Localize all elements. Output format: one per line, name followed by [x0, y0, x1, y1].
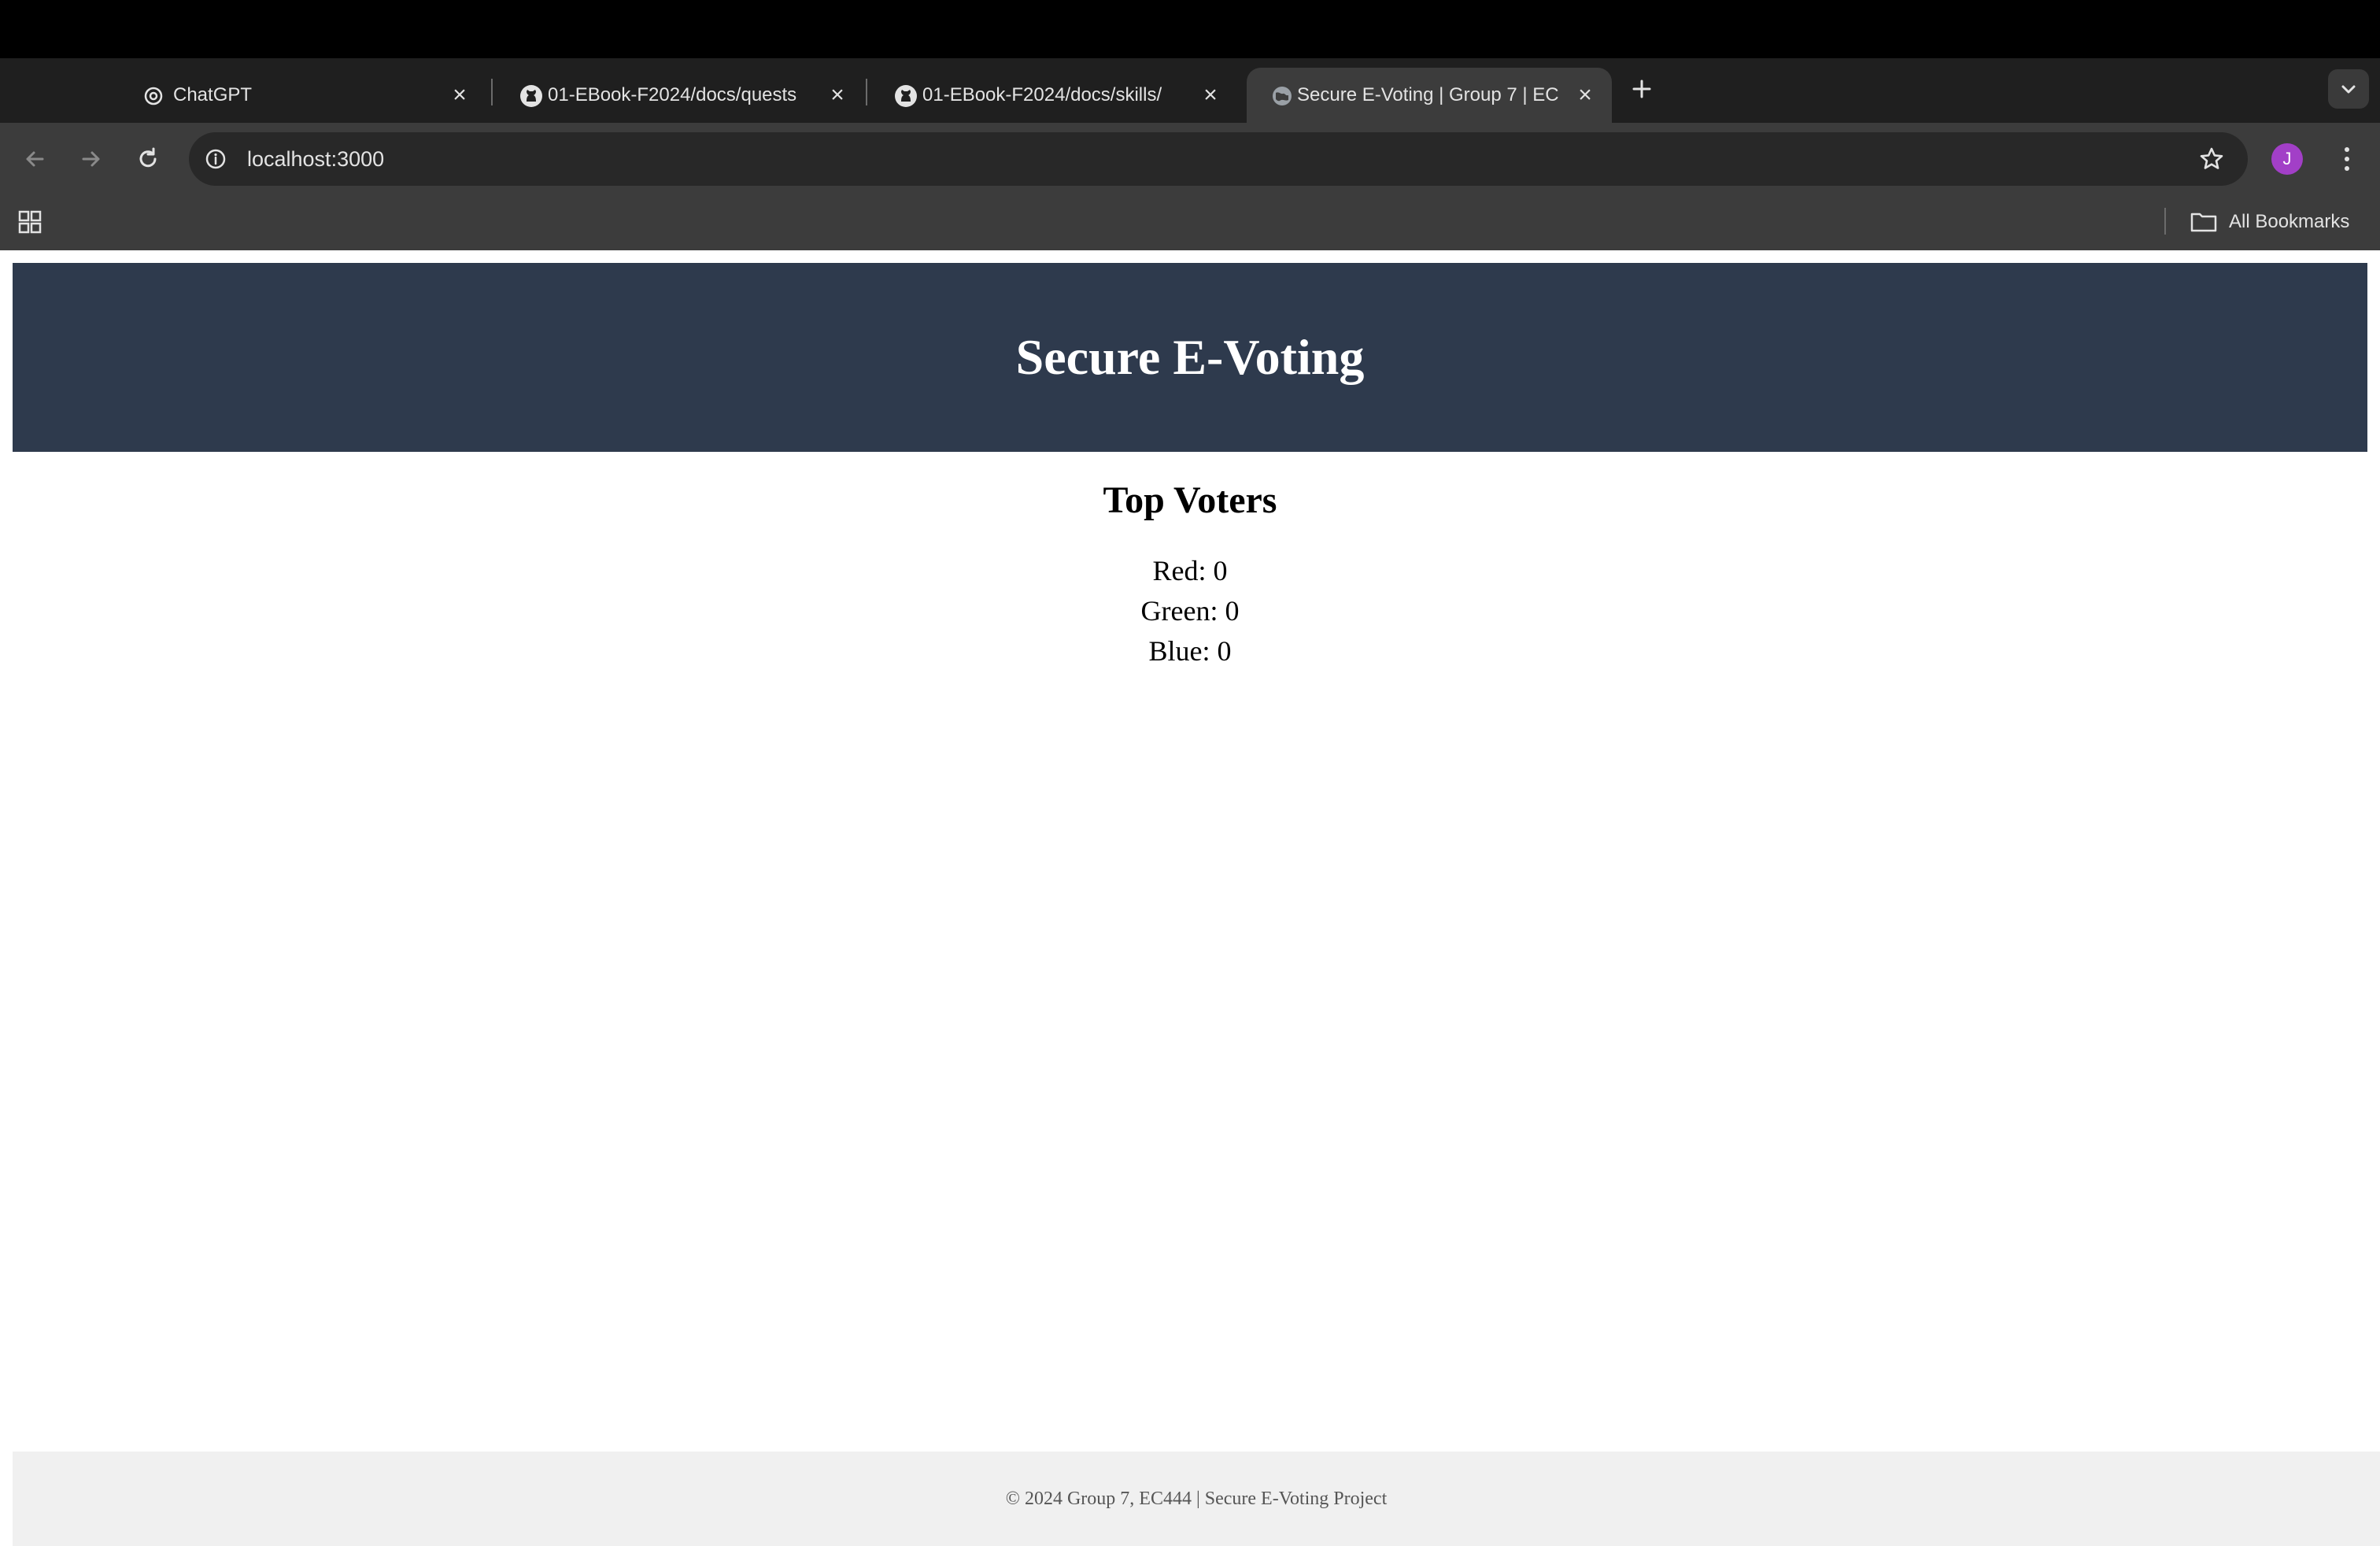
forward-button[interactable] [76, 143, 107, 175]
vote-tally-list: Red: 0 Green: 0 Blue: 0 [0, 551, 2380, 671]
arrow-right-icon [82, 151, 100, 167]
bookmark-star-button[interactable] [2194, 142, 2229, 176]
bookmarks-bar [0, 194, 2380, 250]
more-vertical-icon [2345, 147, 2349, 171]
profile-avatar[interactable]: J [2271, 143, 2303, 175]
tab-github-quests[interactable]: 01-EBook-F2024/docs/quests × [496, 68, 863, 123]
vote-count-blue: Blue: 0 [1148, 635, 1232, 667]
folder-icon [2190, 213, 2217, 232]
vote-count-red: Red: 0 [1152, 555, 1228, 586]
chatgpt-icon [142, 84, 165, 108]
site-info-icon[interactable] [203, 146, 228, 172]
page-viewport: Secure E-Voting Top Voters Red: 0 Green:… [0, 250, 2380, 1546]
tab-title: ChatGPT [173, 84, 253, 105]
os-menu-bar [0, 0, 2380, 58]
browser-menu-button[interactable] [2331, 142, 2363, 176]
close-tab-icon[interactable]: × [825, 83, 850, 108]
github-icon [894, 84, 918, 108]
close-tab-icon[interactable]: × [1572, 83, 1598, 108]
url-text[interactable]: localhost:3000 [247, 132, 384, 186]
tab-github-skills[interactable]: 01-EBook-F2024/docs/skills/ × [870, 68, 1245, 123]
top-voters-heading: Top Voters [1103, 479, 1277, 521]
chevron-down-icon [2341, 85, 2356, 94]
tab-divider [491, 79, 493, 105]
footer-text: © 2024 Group 7, EC444 | Secure E-Voting … [1005, 1488, 1388, 1509]
back-button[interactable] [19, 143, 50, 175]
reload-icon [139, 147, 157, 168]
site-header: Secure E-Voting [13, 263, 2367, 452]
tab-secure-e-voting[interactable]: Secure E-Voting | Group 7 | EC × [1247, 68, 1612, 123]
address-bar[interactable] [189, 132, 2248, 186]
bookmarks-divider [2164, 208, 2166, 235]
new-tab-button[interactable] [1626, 73, 1658, 105]
star-icon [2200, 147, 2223, 169]
close-tab-icon[interactable]: × [447, 83, 472, 108]
vote-count-green: Green: 0 [1140, 595, 1240, 627]
globe-icon [1270, 84, 1294, 108]
site-title: Secure E-Voting [1015, 329, 1365, 385]
tab-title: Secure E-Voting | Group 7 | EC [1297, 84, 1559, 105]
tab-search-button[interactable] [2328, 69, 2369, 109]
reload-button[interactable] [132, 143, 164, 175]
site-footer: © 2024 Group 7, EC444 | Secure E-Voting … [13, 1452, 2380, 1546]
all-bookmarks-label: All Bookmarks [2229, 211, 2350, 232]
arrow-left-icon [26, 151, 44, 167]
tab-chatgpt[interactable]: ChatGPT × [118, 68, 485, 123]
close-tab-icon[interactable]: × [1198, 83, 1223, 108]
github-icon [519, 84, 543, 108]
apps-grid-icon[interactable] [16, 208, 44, 236]
tab-title: 01-EBook-F2024/docs/skills/ [922, 84, 1162, 105]
all-bookmarks-button[interactable]: All Bookmarks [2190, 206, 2349, 238]
tab-title: 01-EBook-F2024/docs/quests [548, 84, 797, 105]
tab-divider [866, 79, 867, 105]
